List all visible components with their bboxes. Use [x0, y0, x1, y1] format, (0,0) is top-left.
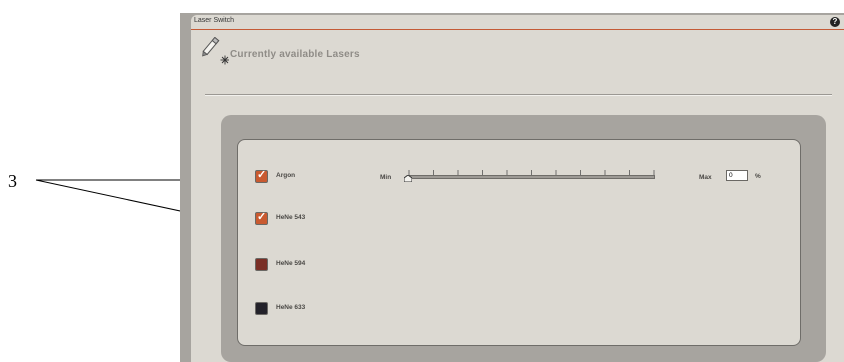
laser-checkbox-hene-633[interactable] [255, 302, 268, 315]
lasers-list-panel: ✓ Argon ✓ HeNe 543 HeNe 594 HeNe 633 Min [237, 139, 801, 346]
lasers-group-frame: ✓ Argon ✓ HeNe 543 HeNe 594 HeNe 633 Min [221, 115, 826, 362]
callout-number: 3 [8, 171, 17, 191]
title-bar: Laser Switch ? [191, 15, 844, 30]
percent-unit-label: % [755, 173, 761, 180]
laser-pen-icon [202, 37, 229, 65]
slider-max-label: Max [699, 174, 712, 181]
slider-ticks [408, 170, 655, 175]
laser-switch-window: Laser Switch ? Currently available Laser… [180, 13, 844, 362]
window-title: Laser Switch [194, 17, 235, 24]
checkmark-icon: ✓ [257, 211, 267, 223]
power-percent-input[interactable] [726, 170, 748, 181]
laser-checkbox-argon[interactable]: ✓ [255, 169, 268, 183]
laser-checkbox-hene-594[interactable] [255, 258, 268, 271]
laser-label-hene-633: HeNe 633 [276, 304, 306, 311]
section-heading: Currently available Lasers [230, 49, 360, 60]
divider [205, 94, 832, 96]
help-icon[interactable]: ? [830, 17, 840, 27]
laser-label-hene-594: HeNe 594 [276, 260, 306, 267]
laser-label-argon: Argon [276, 172, 296, 179]
laser-label-hene-543: HeNe 543 [276, 214, 306, 221]
laser-switch-panel: Laser Switch ? Currently available Laser… [191, 15, 844, 362]
laser-checkbox-hene-543[interactable]: ✓ [255, 211, 268, 225]
checkmark-icon: ✓ [257, 169, 267, 181]
power-slider-thumb[interactable] [404, 175, 412, 182]
slider-min-label: Min [380, 174, 392, 181]
